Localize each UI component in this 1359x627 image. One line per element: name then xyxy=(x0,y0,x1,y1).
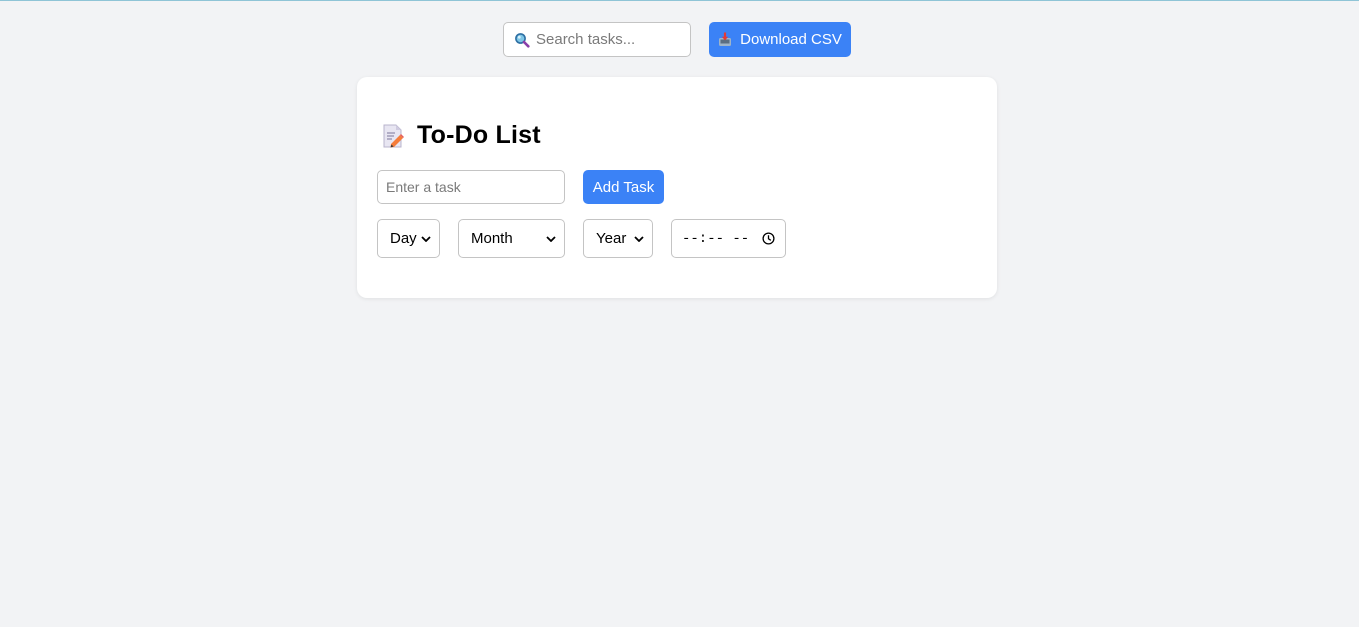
inbox-tray-icon xyxy=(718,32,732,47)
task-input[interactable] xyxy=(377,170,565,204)
search-input[interactable] xyxy=(536,31,686,48)
todo-card: To-Do List Add Task Day Month Year --:--… xyxy=(357,77,997,298)
chevron-down-icon xyxy=(634,235,644,242)
title-row: To-Do List xyxy=(381,121,541,150)
day-select[interactable]: Day xyxy=(377,219,440,258)
page-title: To-Do List xyxy=(417,121,541,149)
download-csv-label: Download CSV xyxy=(740,31,842,48)
month-select[interactable]: Month xyxy=(458,219,565,258)
top-divider xyxy=(0,0,1359,1)
task-entry-row: Add Task xyxy=(377,170,664,204)
chevron-down-icon xyxy=(421,235,431,242)
year-select[interactable]: Year xyxy=(583,219,653,258)
time-input-value: --:-- -- xyxy=(682,230,750,247)
chevron-down-icon xyxy=(546,235,556,242)
year-select-value: Year xyxy=(596,230,627,247)
month-select-value: Month xyxy=(471,230,513,247)
magnifier-icon xyxy=(514,32,530,48)
toolbar: Download CSV xyxy=(503,22,851,57)
memo-icon xyxy=(381,123,405,149)
clock-icon[interactable] xyxy=(762,232,775,245)
search-box[interactable] xyxy=(503,22,691,57)
add-task-button[interactable]: Add Task xyxy=(583,170,664,204)
date-time-row: Day Month Year --:-- -- xyxy=(377,219,786,258)
download-csv-button[interactable]: Download CSV xyxy=(709,22,851,57)
time-input[interactable]: --:-- -- xyxy=(671,219,786,258)
day-select-value: Day xyxy=(390,230,417,247)
